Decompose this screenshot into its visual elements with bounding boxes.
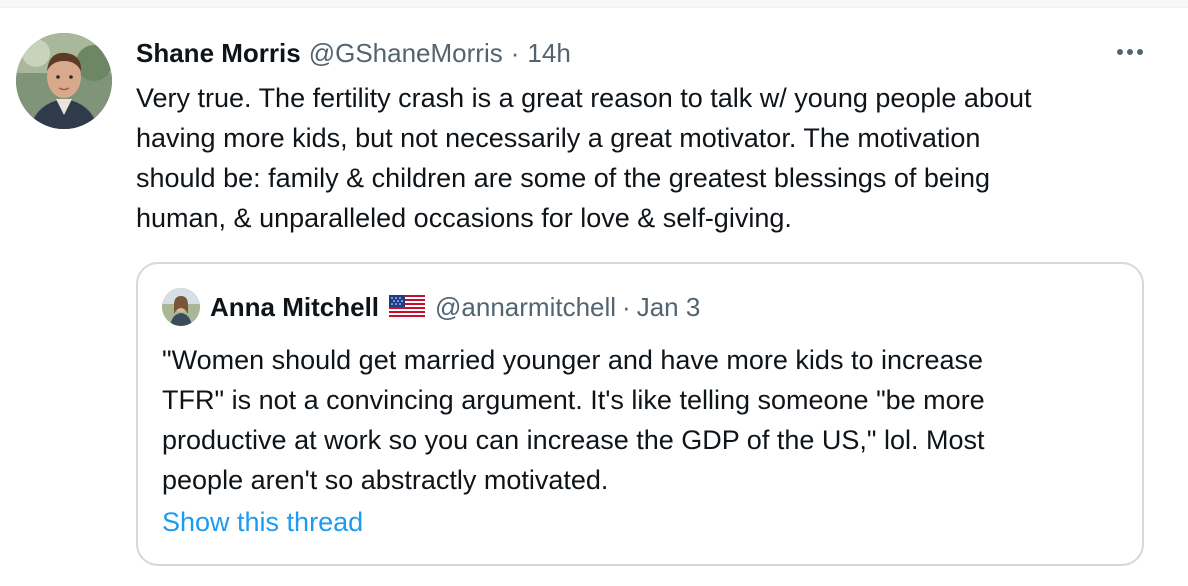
avatar-image (16, 33, 112, 129)
quoted-header-separator: · (622, 291, 631, 322)
tweet-text-line: human, & unparalleled occasions for love… (136, 203, 792, 233)
top-divider (0, 0, 1188, 8)
us-flag-icon (389, 295, 426, 319)
tweet-header: Shane Morris @GShaneMorris · 14h (136, 36, 571, 70)
quoted-text-line: productive at work so you can increase t… (162, 425, 985, 455)
avatar[interactable] (16, 33, 112, 129)
quoted-avatar-image (162, 288, 200, 326)
author-handle[interactable]: @GShaneMorris (309, 38, 503, 69)
quoted-avatar (162, 288, 200, 326)
tweet-text: Very true. The fertility crash is a grea… (136, 78, 1166, 238)
quoted-tweet-text: "Women should get married younger and ha… (162, 340, 1122, 500)
tweet-text-line: Very true. The fertility crash is a grea… (136, 83, 1032, 113)
show-thread-link[interactable]: Show this thread (162, 507, 363, 538)
tweet[interactable]: Shane Morris @GShaneMorris · 14h Very tr… (0, 8, 1188, 586)
tweet-timestamp[interactable]: 14h (527, 38, 570, 69)
more-horizontal-icon (1117, 49, 1143, 55)
more-options-button[interactable] (1110, 38, 1150, 66)
quoted-text-line: "Women should get married younger and ha… (162, 345, 984, 375)
quoted-tweet-header: Anna Mitchell @annarmitchell · Jan 3 (162, 288, 701, 326)
quoted-author-name: Anna Mitchell (210, 291, 380, 322)
quoted-text-line: TFR" is not a convincing argument. It's … (162, 385, 985, 415)
quoted-author-handle: @annarmitchell (435, 291, 617, 322)
quoted-tweet[interactable]: Anna Mitchell @annarmitchell · Jan 3 "Wo… (136, 262, 1144, 566)
quoted-text-line: people aren't so abstractly motivated. (162, 465, 609, 495)
tweet-text-line: should be: family & children are some of… (136, 163, 990, 193)
author-name[interactable]: Shane Morris (136, 38, 301, 69)
header-separator: · (510, 37, 520, 68)
quoted-tweet-timestamp: Jan 3 (636, 291, 701, 322)
tweet-text-line: having more kids, but not necessarily a … (136, 123, 981, 153)
